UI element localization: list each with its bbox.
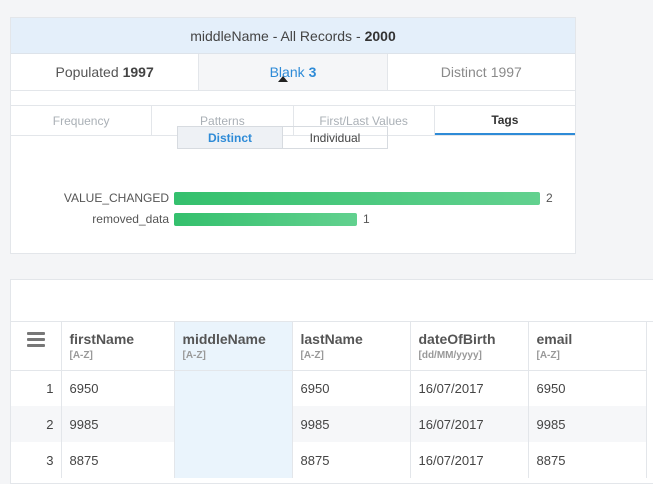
column-name: email <box>536 331 573 347</box>
stats-bar: Populated 1997 Blank 3 Distinct 1997 <box>11 54 575 91</box>
column-name: middleName <box>182 331 266 347</box>
cell-dateOfBirth[interactable]: 16/07/2017 <box>410 406 529 442</box>
cell-firstName[interactable]: 6950 <box>61 370 175 406</box>
tab-tags[interactable]: Tags <box>434 106 575 135</box>
panel-title-count: 2000 <box>364 27 396 44</box>
column-type: [A-Z] <box>182 350 206 361</box>
column-header-dateOfBirth[interactable]: dateOfBirth [dd/MM/yyyy] <box>410 322 529 371</box>
distinct-individual-toggle: Distinct Individual <box>177 126 388 149</box>
tag-bar[interactable] <box>174 213 357 226</box>
tag-count: 1 <box>363 212 370 226</box>
stat-distinct[interactable]: Distinct 1997 <box>388 54 575 90</box>
table-header-row: firstName [A-Z] middleName [A-Z] lastNam… <box>11 322 647 371</box>
cell-email[interactable]: 8875 <box>528 442 647 478</box>
table-row[interactable]: 2 9985 9985 16/07/2017 9985 <box>11 406 647 442</box>
stat-distinct-label: Distinct <box>440 64 487 80</box>
grid-toolbar <box>11 280 653 322</box>
column-name: lastName <box>300 331 363 347</box>
cell-email[interactable]: 6950 <box>528 370 647 406</box>
row-number: 3 <box>11 442 62 478</box>
cell-firstName[interactable]: 8875 <box>61 442 175 478</box>
stat-populated-label: Populated <box>55 64 119 80</box>
column-type: [A-Z] <box>536 350 560 361</box>
column-name: firstName <box>69 331 135 347</box>
stat-populated-value: 1997 <box>122 64 154 80</box>
data-table: firstName [A-Z] middleName [A-Z] lastNam… <box>11 322 647 478</box>
grid-menu-cell[interactable] <box>11 322 62 371</box>
stat-blank[interactable]: Blank 3 <box>199 54 388 90</box>
column-header-middleName[interactable]: middleName [A-Z] <box>174 322 293 371</box>
column-type: [A-Z] <box>300 350 324 361</box>
row-number: 2 <box>11 406 62 442</box>
toggle-distinct-button[interactable]: Distinct <box>178 127 283 148</box>
panel-title-text: middleName - All Records - <box>190 27 361 44</box>
table-row[interactable]: 3 8875 8875 16/07/2017 8875 <box>11 442 647 478</box>
tag-count: 2 <box>546 191 553 205</box>
column-header-lastName[interactable]: lastName [A-Z] <box>292 322 411 371</box>
stat-distinct-value: 1997 <box>490 64 522 80</box>
cell-dateOfBirth[interactable]: 16/07/2017 <box>410 442 529 478</box>
toggle-individual-button[interactable]: Individual <box>283 127 387 148</box>
cell-lastName[interactable]: 9985 <box>292 406 411 442</box>
panel-title: middleName - All Records - 2000 <box>11 18 575 54</box>
cell-lastName[interactable]: 6950 <box>292 370 411 406</box>
tab-frequency[interactable]: Frequency <box>11 106 153 135</box>
data-grid: firstName [A-Z] middleName [A-Z] lastNam… <box>10 279 653 484</box>
hamburger-menu-icon[interactable] <box>26 332 45 347</box>
stat-populated[interactable]: Populated 1997 <box>11 54 200 90</box>
cell-lastName[interactable]: 8875 <box>292 442 411 478</box>
cell-dateOfBirth[interactable]: 16/07/2017 <box>410 370 529 406</box>
tag-bar[interactable] <box>174 192 540 205</box>
row-number: 1 <box>11 370 62 406</box>
tag-label: removed_data <box>92 212 169 226</box>
cell-email[interactable]: 9985 <box>528 406 647 442</box>
active-stat-caret-icon <box>278 76 288 82</box>
column-type: [dd/MM/yyyy] <box>418 350 482 361</box>
table-row[interactable]: 1 6950 6950 16/07/2017 6950 <box>11 370 647 406</box>
column-name: dateOfBirth <box>418 331 496 347</box>
column-header-firstName[interactable]: firstName [A-Z] <box>61 322 175 371</box>
cell-firstName[interactable]: 9985 <box>61 406 175 442</box>
column-header-email[interactable]: email [A-Z] <box>528 322 647 371</box>
column-type: [A-Z] <box>69 350 93 361</box>
stat-blank-value: 3 <box>308 64 317 80</box>
cell-middleName[interactable] <box>174 442 293 478</box>
cell-middleName[interactable] <box>174 370 293 406</box>
tag-label: VALUE_CHANGED <box>63 191 169 205</box>
cell-middleName[interactable] <box>174 406 293 442</box>
